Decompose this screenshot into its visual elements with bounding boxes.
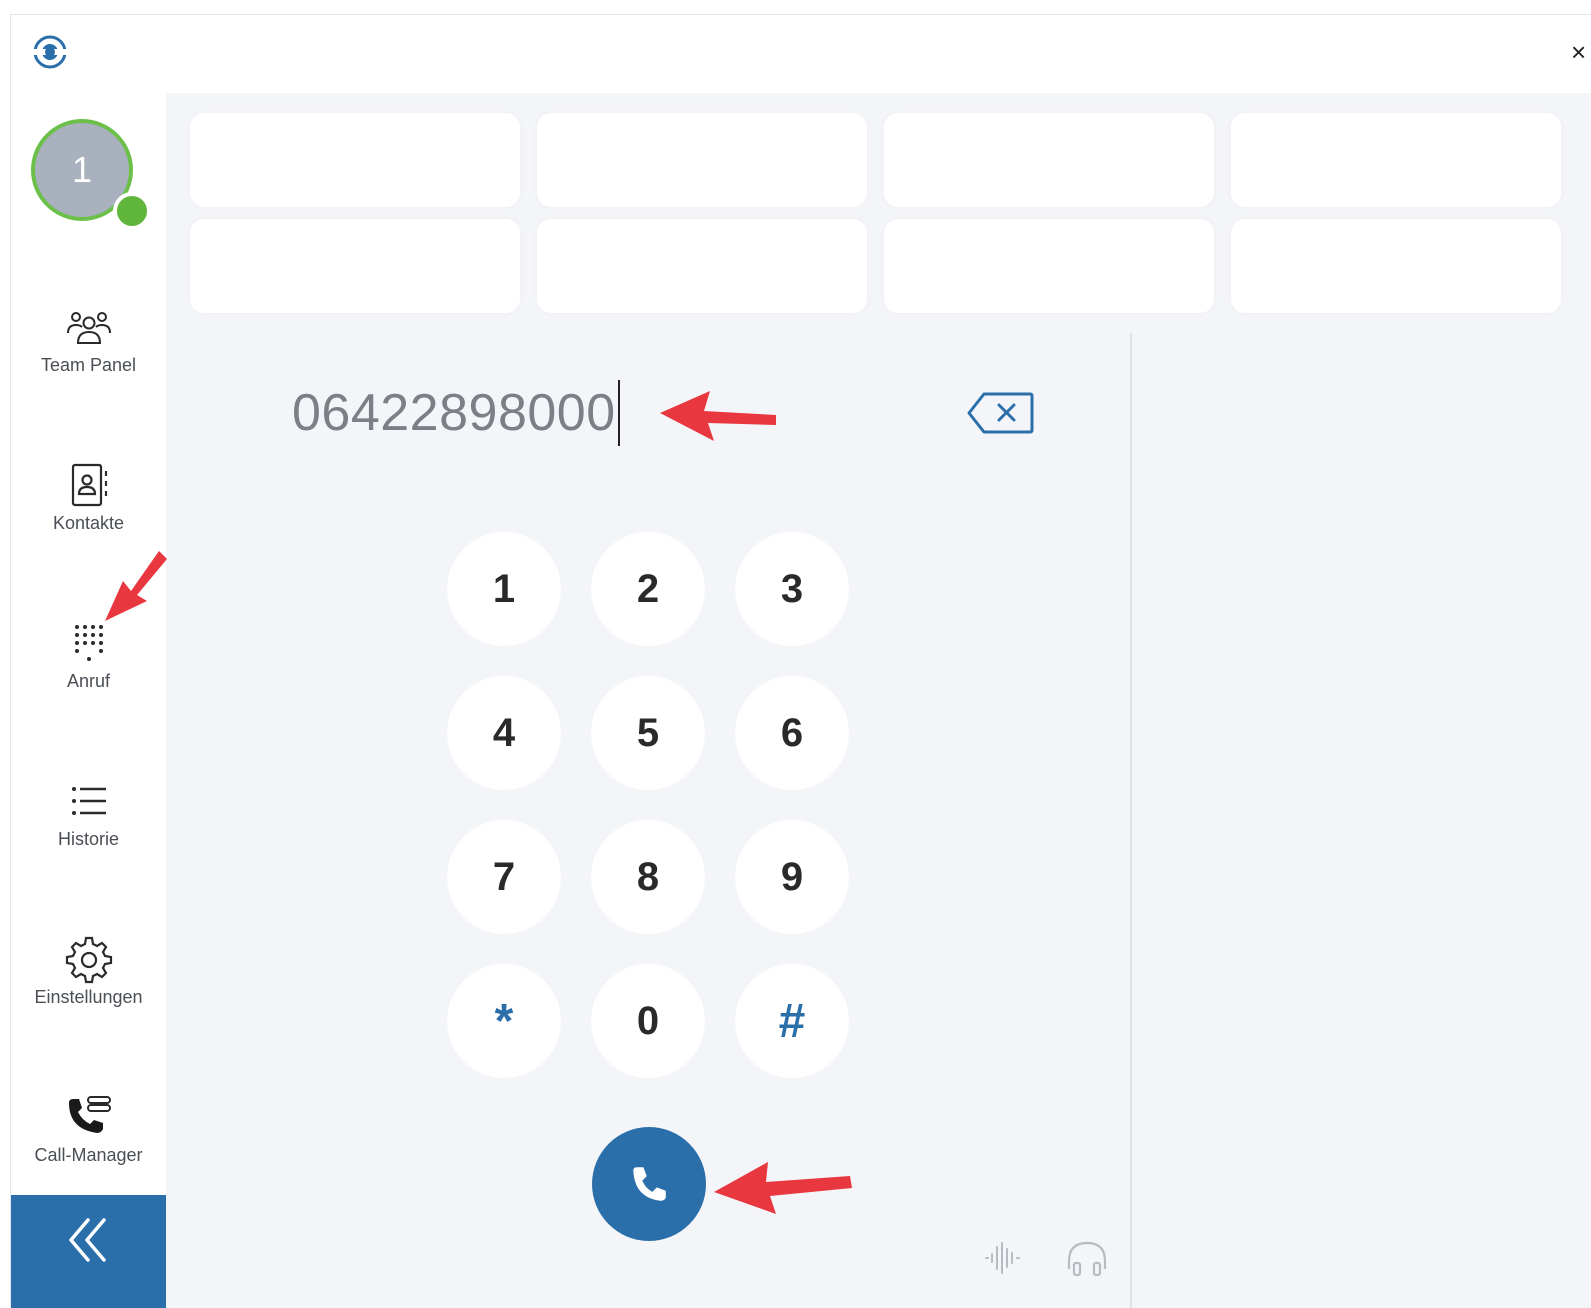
- annotation-arrow: [660, 391, 776, 441]
- sidebar-item-label: Einstellungen: [34, 987, 143, 1007]
- dial-key-star[interactable]: *: [447, 964, 561, 1078]
- dial-key-8[interactable]: 8: [591, 820, 705, 934]
- sidebar-item-kontakte[interactable]: Kontakte: [11, 461, 166, 561]
- headset-icon[interactable]: [1062, 1233, 1112, 1283]
- phone-number-input[interactable]: 06422898000: [292, 380, 620, 446]
- phone-number-value: 06422898000: [292, 384, 616, 442]
- double-chevron-left-icon: [68, 1218, 106, 1262]
- speed-dial-tile[interactable]: [537, 113, 867, 207]
- sidebar-item-historie[interactable]: Historie: [11, 777, 166, 877]
- speed-dial-tile[interactable]: [537, 219, 867, 313]
- collapse-sidebar-button[interactable]: [11, 1195, 166, 1308]
- dial-key-9[interactable]: 9: [735, 820, 849, 934]
- dial-key-5[interactable]: 5: [591, 676, 705, 790]
- speed-dial-tile[interactable]: [190, 113, 520, 207]
- app-logo-icon: [33, 35, 67, 69]
- presence-status-dot: [113, 192, 151, 230]
- speed-dial-tile[interactable]: [1231, 113, 1561, 207]
- sidebar: 1 Team Panel Kontakte Anruf Historie Ein…: [11, 93, 166, 1308]
- annotation-arrow: [714, 1162, 852, 1214]
- sidebar-item-label: Kontakte: [52, 513, 125, 533]
- backspace-icon[interactable]: [966, 388, 1036, 438]
- call-manager-icon: [68, 1096, 111, 1133]
- gear-icon: [65, 936, 112, 984]
- sidebar-item-anruf[interactable]: Anruf: [11, 619, 166, 719]
- close-button[interactable]: ×: [1571, 39, 1591, 65]
- dial-key-7[interactable]: 7: [447, 820, 561, 934]
- sidebar-item-call-manager[interactable]: Call-Manager: [11, 1093, 166, 1193]
- sidebar-item-label: Historie: [57, 829, 119, 849]
- title-bar: ×: [11, 15, 1591, 93]
- dialpad-icon: [74, 625, 103, 661]
- dial-key-2[interactable]: 2: [591, 532, 705, 646]
- phone-icon: [633, 1167, 666, 1201]
- sidebar-item-label: Anruf: [66, 671, 111, 691]
- dial-key-6[interactable]: 6: [735, 676, 849, 790]
- dial-key-hash[interactable]: #: [735, 964, 849, 1078]
- dial-key-4[interactable]: 4: [447, 676, 561, 790]
- sidebar-item-label: Call-Manager: [34, 1145, 143, 1165]
- audio-level-icon: [985, 1242, 1020, 1274]
- dial-key-0[interactable]: 0: [591, 964, 705, 1078]
- app-window: × 1 Team Panel Kontakte Anruf Historie E…: [10, 14, 1591, 1308]
- contacts-icon: [71, 463, 107, 507]
- speed-dial-tile[interactable]: [190, 219, 520, 313]
- speed-dial-tile[interactable]: [884, 219, 1214, 313]
- main-panel: 06422898000 1 2 3 4 5 6 7 8 9 * 0 #: [166, 93, 1591, 1308]
- sidebar-item-einstellungen[interactable]: Einstellungen: [11, 935, 166, 1035]
- panel-divider: [1130, 333, 1132, 1308]
- list-icon: [71, 787, 106, 815]
- call-button[interactable]: [592, 1127, 706, 1241]
- sidebar-item-label: Team Panel: [40, 355, 137, 375]
- speed-dial-tile[interactable]: [884, 113, 1214, 207]
- text-caret: [617, 380, 620, 446]
- dial-key-3[interactable]: 3: [735, 532, 849, 646]
- sidebar-item-team-panel[interactable]: Team Panel: [11, 303, 166, 403]
- speed-dial-tile[interactable]: [1231, 219, 1561, 313]
- dial-key-1[interactable]: 1: [447, 532, 561, 646]
- team-icon: [66, 312, 111, 344]
